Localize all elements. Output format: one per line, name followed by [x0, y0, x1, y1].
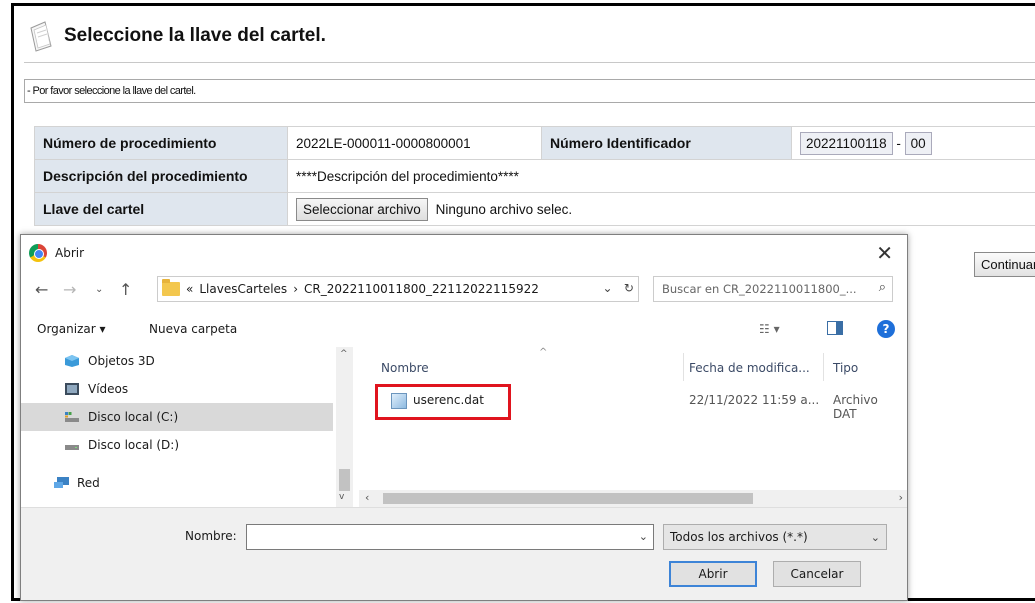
nav-item-label: Vídeos	[88, 382, 129, 396]
scroll-right-icon[interactable]: ›	[899, 491, 903, 504]
dialog-footer: Nombre: ⌄ Todos los archivos (*.*) ⌄ Abr…	[21, 507, 907, 600]
new-folder-button[interactable]: Nueva carpeta	[149, 322, 237, 336]
page-title: Seleccione la llave del cartel.	[64, 25, 326, 46]
scroll-up-icon[interactable]: ^	[340, 349, 348, 359]
highlight-box	[375, 384, 511, 420]
continue-button[interactable]: Continuar	[974, 252, 1035, 277]
column-header-fecha[interactable]: Fecha de modifica...	[689, 361, 810, 375]
nav-item-red[interactable]: Red	[21, 469, 333, 497]
chevron-down-icon[interactable]: ⌄	[639, 530, 648, 543]
chrome-icon	[29, 244, 47, 262]
scrollbar-thumb[interactable]	[383, 493, 753, 504]
file-type-value: Todos los archivos (*.*)	[670, 530, 808, 544]
breadcrumb-item-llavescarteles[interactable]: LlavesCarteles	[199, 282, 287, 296]
file-status: Ninguno archivo selec.	[435, 201, 573, 217]
videos-icon	[64, 382, 80, 396]
table-row: Número de procedimiento 2022LE-000011-00…	[34, 126, 1035, 160]
cancel-button[interactable]: Cancelar	[773, 561, 861, 587]
open-file-dialog: Abrir ✕ ← → ⌄ ↑ « LlavesCarteles › CR_20…	[20, 234, 908, 601]
file-input-cell: Seleccionar archivo Ninguno archivo sele…	[287, 192, 1035, 226]
nav-item-objetos-3d[interactable]: Objetos 3D	[21, 347, 333, 375]
document-icon	[28, 20, 54, 52]
nav-item-label: Disco local (D:)	[88, 438, 180, 452]
navigation-pane: Objetos 3D Vídeos Disco local (C:) Disco…	[21, 347, 351, 507]
descripcion-value: ****Descripción del procedimiento****	[287, 159, 1035, 193]
nav-item-label: Disco local (C:)	[88, 410, 179, 424]
dialog-toolbar: Organizar ▾ Nueva carpeta ☷ ▾ ?	[21, 315, 907, 343]
filename-label: Nombre:	[185, 529, 237, 543]
numero-identificador-value: 20221100118	[800, 131, 893, 155]
column-header-tipo[interactable]: Tipo	[833, 361, 858, 375]
address-bar[interactable]: « LlavesCarteles › CR_2022110011800_2211…	[157, 276, 639, 302]
numero-procedimiento-value: 2022LE-000011-0000800001	[287, 126, 542, 160]
procedure-form: Número de procedimiento 2022LE-000011-00…	[34, 126, 1035, 226]
numero-procedimiento-label: Número de procedimiento	[34, 126, 288, 160]
drive-d-icon	[64, 438, 80, 452]
up-arrow-icon[interactable]: ↑	[119, 280, 132, 299]
search-icon: ⌕	[878, 280, 886, 295]
filename-input[interactable]: ⌄	[246, 524, 654, 550]
organize-menu[interactable]: Organizar ▾	[37, 322, 106, 336]
file-type-select[interactable]: Todos los archivos (*.*) ⌄	[663, 524, 887, 550]
breadcrumb-prefix: «	[186, 282, 194, 296]
objects-3d-icon	[64, 354, 80, 368]
column-divider	[683, 353, 684, 381]
column-divider	[823, 353, 824, 381]
divider	[24, 62, 1035, 63]
dialog-titlebar: Abrir	[21, 235, 907, 271]
file-date: 22/11/2022 11:59 a...	[689, 393, 820, 407]
column-header-nombre[interactable]: Nombre	[381, 361, 429, 375]
back-arrow-icon[interactable]: ←	[35, 280, 48, 299]
numero-identificador-label: Número Identificador	[541, 126, 792, 160]
scrollbar-thumb[interactable]	[339, 469, 350, 491]
descripcion-label: Descripción del procedimiento	[34, 159, 288, 193]
recent-locations-icon[interactable]: ⌄	[95, 284, 103, 295]
nav-item-label: Red	[77, 476, 100, 490]
notice-message: - Por favor seleccione la llave del cart…	[24, 79, 1035, 103]
llave-label: Llave del cartel	[34, 192, 288, 226]
file-list: Nombre ^ Fecha de modifica... Tipo usere…	[367, 347, 907, 507]
open-button[interactable]: Abrir	[669, 561, 757, 587]
nav-item-label: Objetos 3D	[88, 354, 155, 368]
nav-item-disco-c[interactable]: Disco local (C:)	[21, 403, 333, 431]
drive-c-icon	[64, 410, 80, 424]
folder-icon	[162, 279, 180, 296]
table-row: Descripción del procedimiento ****Descri…	[34, 159, 1035, 193]
refresh-icon[interactable]: ⌄ ↻	[602, 281, 634, 295]
numero-identificador-suffix: 00	[904, 131, 932, 155]
file-list-horizontal-scrollbar[interactable]: ‹ ›	[359, 490, 907, 507]
address-row: ← → ⌄ ↑ « LlavesCarteles › CR_2022110011…	[21, 275, 907, 305]
file-type: Archivo DAT	[833, 393, 878, 421]
help-icon[interactable]: ?	[877, 320, 895, 338]
search-input[interactable]: Buscar en CR_2022110011800_... ⌕	[653, 276, 893, 302]
nav-item-disco-d[interactable]: Disco local (D:)	[21, 431, 333, 459]
numero-identificador-cell: 20221100118 - 00	[791, 126, 1035, 160]
forward-arrow-icon[interactable]: →	[63, 280, 76, 299]
breadcrumb-separator: ›	[293, 282, 298, 296]
scroll-left-icon[interactable]: ‹	[365, 491, 369, 504]
view-options-icon[interactable]: ☷ ▾	[759, 322, 780, 336]
id-separator: -	[896, 135, 901, 151]
nav-scrollbar[interactable]: ^ v	[336, 347, 353, 507]
dialog-title: Abrir	[55, 246, 85, 260]
nav-item-videos[interactable]: Vídeos	[21, 375, 333, 403]
select-file-button[interactable]: Seleccionar archivo	[296, 197, 428, 221]
network-icon	[53, 476, 69, 490]
chevron-down-icon: ⌄	[870, 531, 880, 544]
scroll-down-icon[interactable]: v	[339, 492, 344, 502]
page-header: Seleccione la llave del cartel.	[28, 18, 326, 54]
search-placeholder: Buscar en CR_2022110011800_...	[662, 282, 857, 296]
sort-indicator-icon: ^	[539, 347, 548, 358]
table-row: Llave del cartel Seleccionar archivo Nin…	[34, 192, 1035, 226]
close-icon[interactable]: ✕	[876, 241, 893, 265]
breadcrumb-item-current[interactable]: CR_2022110011800_22112022115922	[304, 282, 539, 296]
preview-pane-icon[interactable]	[827, 321, 843, 338]
